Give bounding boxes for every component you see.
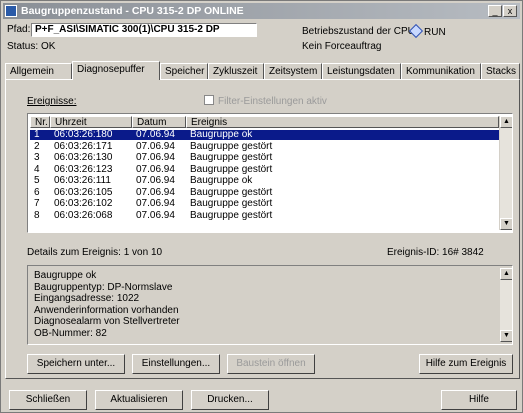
update-button[interactable]: Aktualisieren xyxy=(95,390,183,410)
table-cell-nr: 1 xyxy=(34,129,40,140)
column-header-time[interactable]: Uhrzeit xyxy=(50,116,132,128)
tab-diagnosepuffer[interactable]: Diagnosepuffer xyxy=(72,61,160,80)
details-scrollbar[interactable]: ▲ ▼ xyxy=(499,268,512,342)
cpu-state-value: RUN xyxy=(424,27,446,38)
table-cell-date: 07.06.94 xyxy=(136,175,175,186)
detail-line: Baugruppentyp: DP-Normslave xyxy=(34,281,173,293)
path-field: P+F_ASI\SIMATIC 300(1)\CPU 315-2 DP xyxy=(31,23,257,37)
table-cell-event: Baugruppe ok xyxy=(190,175,253,186)
table-cell-time: 06:03:26:102 xyxy=(54,198,113,209)
table-cell-event: Baugruppe gestört xyxy=(190,140,273,152)
window-title: Baugruppenzustand - CPU 315-2 DP ONLINE xyxy=(21,5,244,17)
help-event-button[interactable]: Hilfe zum Ereignis xyxy=(419,354,513,374)
close-window-button[interactable]: x xyxy=(503,5,517,17)
status-value: OK xyxy=(41,41,56,52)
cpu-state-value-wrap: RUN xyxy=(407,23,446,39)
table-cell-event: Baugruppe gestört xyxy=(190,152,273,163)
table-row[interactable]: 2 06:03:26:171 07.06.94 Baugruppe gestört xyxy=(30,140,499,152)
tab-leistungsdaten[interactable]: Leistungsdaten xyxy=(322,63,401,79)
tab-stacks[interactable]: Stacks xyxy=(481,63,520,79)
table-cell-time: 06:03:26:111 xyxy=(54,175,111,186)
table-cell-date: 07.06.94 xyxy=(136,129,175,140)
events-list[interactable]: Nr. Uhrzeit Datum Ereignis 1 06:03:26:180… xyxy=(27,113,513,233)
column-header-nr[interactable]: Nr. xyxy=(30,116,50,128)
tab-speicher[interactable]: Speicher xyxy=(160,63,208,79)
table-cell-nr: 6 xyxy=(34,186,40,198)
table-cell-event: Baugruppe gestört xyxy=(190,186,273,198)
filter-label: Filter-Einstellungen aktiv xyxy=(218,96,327,107)
run-state-icon xyxy=(408,23,424,39)
table-cell-date: 07.06.94 xyxy=(136,209,175,221)
table-row[interactable]: 3 06:03:26:130 07.06.94 Baugruppe gestört xyxy=(30,153,499,163)
table-cell-event: Baugruppe ok xyxy=(190,129,253,140)
status-label: Status: xyxy=(7,41,39,52)
table-cell-date: 07.06.94 xyxy=(136,140,175,152)
column-header-event[interactable]: Ereignis xyxy=(186,116,499,128)
open-block-button[interactable]: Baustein öffnen xyxy=(227,354,315,374)
details-scroll-up-icon[interactable]: ▲ xyxy=(500,268,512,280)
table-cell-date: 07.06.94 xyxy=(136,186,175,198)
table-cell-nr: 4 xyxy=(34,163,40,175)
scroll-up-icon[interactable]: ▲ xyxy=(500,116,512,128)
app-icon xyxy=(5,5,17,17)
detail-line: Diagnosealarm von Stellvertreter xyxy=(34,316,180,327)
cpu-state-label: Betriebszustand der CPU: xyxy=(302,26,418,37)
settings-button[interactable]: Einstellungen... xyxy=(132,354,220,374)
table-row[interactable]: 1 06:03:26:180 07.06.94 Baugruppe ok xyxy=(30,130,499,140)
module-status-window: Baugruppenzustand - CPU 315-2 DP ONLINE … xyxy=(0,0,523,413)
table-cell-nr: 8 xyxy=(34,209,40,221)
detail-line: Baugruppe ok xyxy=(34,270,97,281)
detail-line: Eingangsadresse: 1022 xyxy=(34,293,140,304)
save-as-button[interactable]: Speichern unter... xyxy=(27,354,125,374)
details-label: Details zum Ereignis: 1 von 10 xyxy=(27,247,163,258)
event-id: Ereignis-ID: 16# 3842 xyxy=(387,247,484,258)
events-label: Ereignisse: xyxy=(27,96,77,107)
event-details-box[interactable]: Baugruppe ok Baugruppentyp: DP-Normslave E… xyxy=(27,265,513,345)
tab-kommunikation[interactable]: Kommunikation xyxy=(401,63,481,79)
filter-checkbox[interactable] xyxy=(204,95,214,105)
table-row[interactable]: 5 06:03:26:111 07.06.94 Baugruppe ok xyxy=(30,176,499,186)
table-cell-date: 07.06.94 xyxy=(136,163,175,175)
table-cell-nr: 7 xyxy=(34,198,40,209)
detail-line: OB-Nummer: 82 xyxy=(34,327,107,339)
table-cell-date: 07.06.94 xyxy=(136,152,175,163)
column-header-date[interactable]: Datum xyxy=(132,116,186,128)
detail-line: Anwenderinformation vorhanden xyxy=(34,304,179,316)
events-header: Nr. Uhrzeit Datum Ereignis xyxy=(30,116,499,128)
table-row[interactable]: 6 06:03:26:105 07.06.94 Baugruppe gestört xyxy=(30,186,499,198)
tab-zykluszeit[interactable]: Zykluszeit xyxy=(208,63,264,79)
path-label: Pfad: xyxy=(7,24,31,35)
table-cell-time: 06:03:26:130 xyxy=(54,152,113,163)
table-cell-time: 06:03:26:180 xyxy=(54,129,113,140)
table-cell-nr: 5 xyxy=(34,175,40,186)
tab-allgemein[interactable]: Allgemein xyxy=(5,63,72,79)
table-cell-time: 06:03:26:068 xyxy=(54,209,113,221)
details-scroll-down-icon[interactable]: ▼ xyxy=(500,330,512,342)
table-row[interactable]: 7 06:03:26:102 07.06.94 Baugruppe gestört xyxy=(30,199,499,209)
table-cell-nr: 2 xyxy=(34,140,40,152)
print-button[interactable]: Drucken... xyxy=(191,390,269,410)
scroll-down-icon[interactable]: ▼ xyxy=(500,218,512,230)
tab-zeitsystem[interactable]: Zeitsystem xyxy=(264,63,322,79)
table-cell-time: 06:03:26:123 xyxy=(54,163,113,175)
close-button[interactable]: Schließen xyxy=(9,390,87,410)
table-cell-date: 07.06.94 xyxy=(136,198,175,209)
table-cell-event: Baugruppe gestört xyxy=(190,209,273,221)
force-status: Kein Forceauftrag xyxy=(302,41,382,52)
events-scrollbar[interactable]: ▲ ▼ xyxy=(499,116,512,230)
table-row[interactable]: 4 06:03:26:123 07.06.94 Baugruppe gestört xyxy=(30,163,499,175)
table-cell-event: Baugruppe gestört xyxy=(190,163,273,175)
minimize-button[interactable]: _ xyxy=(488,5,502,17)
table-cell-time: 06:03:26:171 xyxy=(54,140,113,152)
table-cell-event: Baugruppe gestört xyxy=(190,198,273,209)
table-row[interactable]: 8 06:03:26:068 07.06.94 Baugruppe gestört xyxy=(30,209,499,221)
help-button[interactable]: Hilfe xyxy=(441,390,517,410)
table-cell-time: 06:03:26:105 xyxy=(54,186,113,198)
title-bar[interactable]: Baugruppenzustand - CPU 315-2 DP ONLINE … xyxy=(3,3,520,19)
table-cell-nr: 3 xyxy=(34,152,40,163)
